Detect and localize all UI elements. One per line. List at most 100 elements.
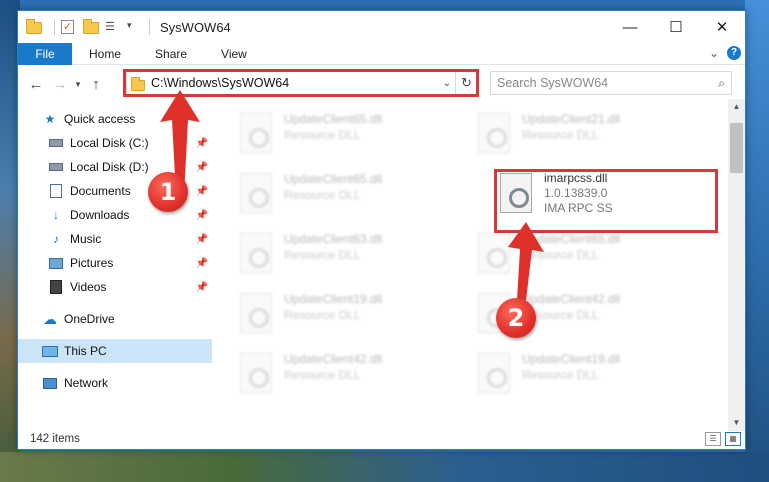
file-name: UpdateClient42.dll xyxy=(284,352,383,366)
address-bar[interactable]: C:\Windows\SysWOW64 ⌄ ↻ xyxy=(126,71,478,95)
pin-icon[interactable]: 📌 xyxy=(196,258,208,269)
maximize-button[interactable]: ☐ xyxy=(653,11,699,43)
file-name: UpdateClient19.dll xyxy=(284,292,383,306)
dll-file-icon xyxy=(240,173,272,213)
file-type: Resource DLL xyxy=(284,128,361,142)
title-bar: ✓ ☰ ▾ SysWOW64 — ☐ ✕ xyxy=(18,11,745,43)
file-type: Resource DLL xyxy=(284,308,361,322)
list-item[interactable]: UpdateClient65.dll Resource DLL xyxy=(240,111,460,167)
computer-icon xyxy=(42,344,58,358)
dll-file-icon xyxy=(240,233,272,273)
search-placeholder: Search SysWOW64 xyxy=(497,76,609,90)
forward-arrow-icon[interactable]: → xyxy=(48,76,72,93)
sidebar-item-label: Videos xyxy=(70,280,107,294)
navigation-bar: ← → ▾ ↑ C:\Windows\SysWOW64 ⌄ ↻ Search S… xyxy=(18,69,745,99)
details-view-icon[interactable]: ☰ xyxy=(705,432,721,446)
chevron-down-icon[interactable]: ▾ xyxy=(127,20,137,34)
tab-share[interactable]: Share xyxy=(138,43,204,65)
drive-icon xyxy=(48,136,64,150)
list-item[interactable]: UpdateClient42.dll Resource DLL xyxy=(240,351,460,407)
sidebar-item-music[interactable]: ♪ Music 📌 xyxy=(18,227,212,251)
ribbon-controls: ⌄ ? xyxy=(709,46,741,60)
help-icon[interactable]: ? xyxy=(727,46,741,60)
vertical-scrollbar[interactable]: ▲ ▼ xyxy=(728,99,745,431)
new-folder-icon[interactable] xyxy=(83,19,99,34)
sidebar-item-label: Music xyxy=(70,232,102,246)
sidebar-item-label: Downloads xyxy=(70,208,130,222)
quick-access-toolbar: ✓ ☰ ▾ xyxy=(18,11,156,43)
sidebar-item-videos[interactable]: Videos 📌 xyxy=(18,275,212,299)
file-name: UpdateClient65.dll xyxy=(284,112,383,126)
file-name: UpdateClient21.dll xyxy=(522,112,621,126)
address-path[interactable]: C:\Windows\SysWOW64 xyxy=(151,76,439,90)
list-item[interactable]: UpdateClient19.dll Resource DLL xyxy=(478,351,698,407)
sidebar-item-label: Network xyxy=(64,376,109,390)
network-icon xyxy=(42,376,58,390)
sidebar-item-label: This PC xyxy=(64,344,107,358)
refresh-icon[interactable]: ↻ xyxy=(455,72,477,94)
minimize-button[interactable]: — xyxy=(607,11,653,43)
recent-locations-icon[interactable]: ▾ xyxy=(72,79,84,90)
scroll-thumb[interactable] xyxy=(730,123,743,173)
file-type: Resource DLL xyxy=(522,248,599,262)
dll-file-icon xyxy=(478,113,510,153)
status-bar: 142 items ☰ ▦ xyxy=(18,429,745,449)
scroll-up-icon[interactable]: ▲ xyxy=(728,99,745,115)
properties-icon[interactable]: ✓ xyxy=(61,20,77,34)
dll-file-icon xyxy=(240,293,272,333)
expand-ribbon-icon[interactable]: ⌄ xyxy=(709,46,719,60)
back-arrow-icon[interactable]: ← xyxy=(24,76,48,93)
pin-icon[interactable]: 📌 xyxy=(196,210,208,221)
videos-icon xyxy=(48,280,64,294)
step-badge-2: 2 xyxy=(496,298,536,338)
tab-view[interactable]: View xyxy=(204,43,264,65)
list-item[interactable]: UpdateClient21.dll Resource DLL xyxy=(478,111,698,167)
sidebar-item-onedrive[interactable]: ☁ OneDrive xyxy=(18,307,212,331)
tiles-view-icon[interactable]: ▦ xyxy=(725,432,741,446)
sidebar-item-local-disk-d[interactable]: Local Disk (D:) 📌 xyxy=(18,155,212,179)
pin-icon[interactable]: 📌 xyxy=(196,282,208,293)
sidebar-item-quick-access[interactable]: ★ Quick access xyxy=(18,107,212,131)
item-count: 142 items xyxy=(30,433,80,445)
dll-file-icon xyxy=(240,113,272,153)
explorer-window: ✓ ☰ ▾ SysWOW64 — ☐ ✕ File Home Share Vie… xyxy=(17,10,746,450)
sidebar-item-local-disk-c[interactable]: Local Disk (C:) 📌 xyxy=(18,131,212,155)
sidebar-item-label: Pictures xyxy=(70,256,114,270)
sidebar-item-this-pc[interactable]: This PC xyxy=(18,339,212,363)
file-type: Resource DLL xyxy=(284,188,361,202)
up-arrow-icon[interactable]: ↑ xyxy=(84,76,108,93)
file-name: UpdateClient65.dll xyxy=(284,172,383,186)
close-button[interactable]: ✕ xyxy=(699,11,745,43)
sidebar-item-downloads[interactable]: ↓ Downloads 📌 xyxy=(18,203,212,227)
sidebar-item-pictures[interactable]: Pictures 📌 xyxy=(18,251,212,275)
divider xyxy=(149,19,150,35)
pin-icon[interactable]: 📌 xyxy=(196,186,208,197)
music-icon: ♪ xyxy=(53,232,59,246)
sidebar-item-network[interactable]: Network xyxy=(18,371,212,395)
gear-file-icon xyxy=(500,173,532,213)
sidebar-item-label: Documents xyxy=(70,184,131,198)
file-type: Resource DLL xyxy=(522,308,599,322)
desktop-background-bottom xyxy=(0,452,769,482)
pin-icon[interactable]: 📌 xyxy=(196,162,208,173)
list-item[interactable]: UpdateClient65.dll Resource DLL xyxy=(478,231,698,287)
dll-file-icon xyxy=(240,353,272,393)
list-item[interactable]: UpdateClient63.dll Resource DLL xyxy=(240,231,460,287)
list-item[interactable]: UpdateClient19.dll Resource DLL xyxy=(240,291,460,347)
pin-icon[interactable]: 📌 xyxy=(196,138,208,149)
file-version: 1.0.13839.0 xyxy=(544,186,608,200)
folder-icon xyxy=(131,76,145,91)
customize-icon[interactable]: ☰ xyxy=(105,20,121,34)
list-item[interactable]: UpdateClient65.dll Resource DLL xyxy=(240,171,460,227)
pin-icon[interactable]: 📌 xyxy=(196,234,208,245)
file-name: UpdateClient19.dll xyxy=(522,352,621,366)
search-icon[interactable]: ⌕ xyxy=(718,76,725,91)
list-item-imarpcss[interactable]: imarpcss.dll 1.0.13839.0 IMA RPC SS xyxy=(500,171,720,227)
file-type: Resource DLL xyxy=(284,248,361,262)
step-badge-1: 1 xyxy=(148,172,188,212)
documents-icon xyxy=(48,184,64,198)
search-input[interactable]: Search SysWOW64 ⌕ xyxy=(490,71,732,95)
tab-file[interactable]: File xyxy=(18,42,72,65)
tab-home[interactable]: Home xyxy=(72,43,138,65)
chevron-down-icon[interactable]: ⌄ xyxy=(439,78,455,89)
